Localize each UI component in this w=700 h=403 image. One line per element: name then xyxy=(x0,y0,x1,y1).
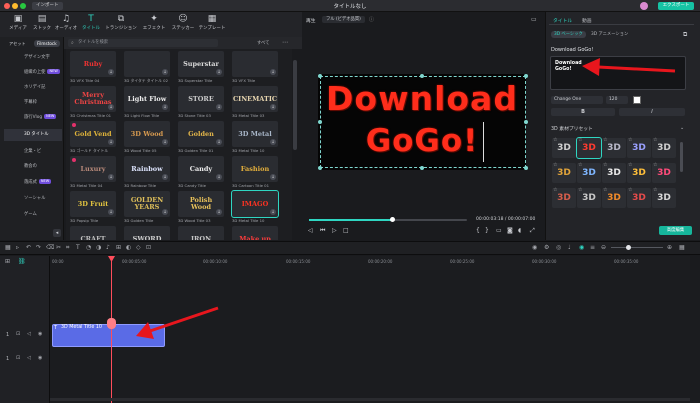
annotation-arrows xyxy=(136,58,676,339)
